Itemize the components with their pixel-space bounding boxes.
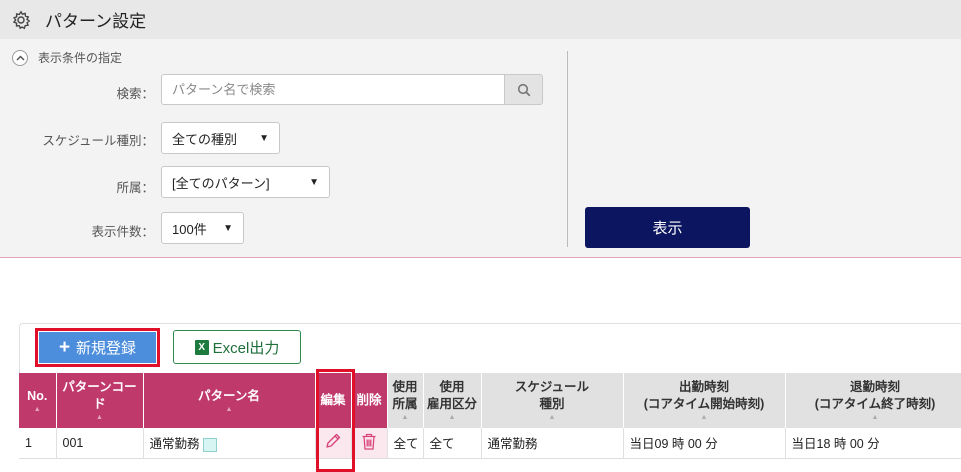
affiliation-select[interactable]: [全てのパターン] ▼ <box>161 166 330 198</box>
new-register-button[interactable]: + 新規登録 <box>35 328 160 367</box>
color-swatch <box>202 437 217 452</box>
column-schedule-type[interactable]: スケジュール 種別 ▲ <box>481 373 624 428</box>
cell-use-affiliation: 全て <box>387 428 424 459</box>
caret-down-icon: ▼ <box>309 176 319 188</box>
pattern-table: No. ▲ パターンコード ▲ パターン名 ▲ 編集 削除 使用 所属 ▲ 使用 雇用区分 ▲… <box>19 373 961 459</box>
condition-toggle-label: 表示条件の指定 <box>38 51 123 65</box>
cell-name: 通常勤務 <box>143 428 316 459</box>
schedule-type-label: スケジュール種別： <box>42 134 154 148</box>
search-input[interactable] <box>161 74 504 105</box>
column-name[interactable]: パターン名 ▲ <box>143 373 316 428</box>
sort-icon: ▲ <box>871 414 879 421</box>
schedule-type-value: 全ての種別 <box>172 131 238 147</box>
new-register-label: 新規登録 <box>76 340 137 357</box>
chevron-up-icon <box>12 49 28 66</box>
column-use-affiliation[interactable]: 使用 所属 ▲ <box>387 373 424 428</box>
caret-down-icon: ▼ <box>223 222 233 234</box>
page-header: パターン設定 <box>0 0 961 39</box>
cell-delete <box>351 428 388 459</box>
affiliation-value: [全てのパターン] <box>172 175 270 191</box>
condition-toggle[interactable]: 表示条件の指定 <box>12 49 122 66</box>
sort-icon: ▲ <box>33 405 41 413</box>
table-header-row: No. ▲ パターンコード ▲ パターン名 ▲ 編集 削除 使用 所属 ▲ 使用 雇用区分 ▲… <box>19 373 961 428</box>
display-count-value: 100件 <box>172 221 207 237</box>
cell-start-time: 当日09 時 00 分 <box>623 428 786 459</box>
column-use-employment[interactable]: 使用 雇用区分 ▲ <box>423 373 482 428</box>
affiliation-label: 所属： <box>116 181 154 195</box>
column-code[interactable]: パターンコード ▲ <box>56 373 144 428</box>
pattern-name: 通常勤務 <box>149 437 200 452</box>
cell-use-employment: 全て <box>423 428 482 459</box>
condition-panel: 表示条件の指定 検索： スケジュール種別： 全ての種別 ▼ 所属： [全てのパタ… <box>0 39 961 258</box>
display-count-label: 表示件数： <box>91 225 154 239</box>
sort-icon: ▲ <box>96 414 103 421</box>
sort-icon: ▲ <box>548 414 556 421</box>
excel-icon: X <box>194 339 209 355</box>
excel-export-label: Excel出力 <box>212 339 280 357</box>
sort-icon: ▲ <box>700 414 708 421</box>
schedule-type-select[interactable]: 全ての種別 ▼ <box>161 122 280 154</box>
cell-edit <box>315 428 352 459</box>
column-delete: 削除 <box>351 373 388 428</box>
cell-code: 001 <box>56 428 144 459</box>
column-end-time[interactable]: 退勤時刻 (コアタイム終了時刻) ▲ <box>785 373 961 428</box>
column-no[interactable]: No. ▲ <box>19 373 57 428</box>
search-button[interactable] <box>504 74 543 105</box>
pencil-icon[interactable] <box>324 432 342 450</box>
table-row: 1 001 通常勤務 全て 全て 通常勤務 当日09 時 00 分 当日18 時… <box>19 428 961 459</box>
excel-export-button[interactable]: X Excel出力 <box>173 330 301 364</box>
plus-icon: + <box>58 336 71 358</box>
search-label: 検索： <box>116 87 154 101</box>
cell-no: 1 <box>19 428 57 459</box>
search-icon <box>517 83 530 96</box>
trash-icon[interactable] <box>360 432 378 451</box>
sort-icon: ▲ <box>401 414 409 421</box>
display-count-select[interactable]: 100件 ▼ <box>161 212 244 244</box>
column-edit: 編集 <box>315 373 352 428</box>
column-start-time[interactable]: 出勤時刻 (コアタイム開始時刻) ▲ <box>623 373 786 428</box>
list-toolbar <box>19 323 961 373</box>
page-title: パターン設定 <box>45 12 147 31</box>
panel-divider <box>567 51 568 247</box>
cell-end-time: 当日18 時 00 分 <box>785 428 961 459</box>
sort-icon: ▲ <box>448 414 456 421</box>
show-button[interactable]: 表示 <box>585 207 750 248</box>
sort-icon: ▲ <box>225 405 233 413</box>
gear-icon <box>11 9 31 30</box>
caret-down-icon: ▼ <box>259 132 269 144</box>
cell-schedule-type: 通常勤務 <box>481 428 624 459</box>
